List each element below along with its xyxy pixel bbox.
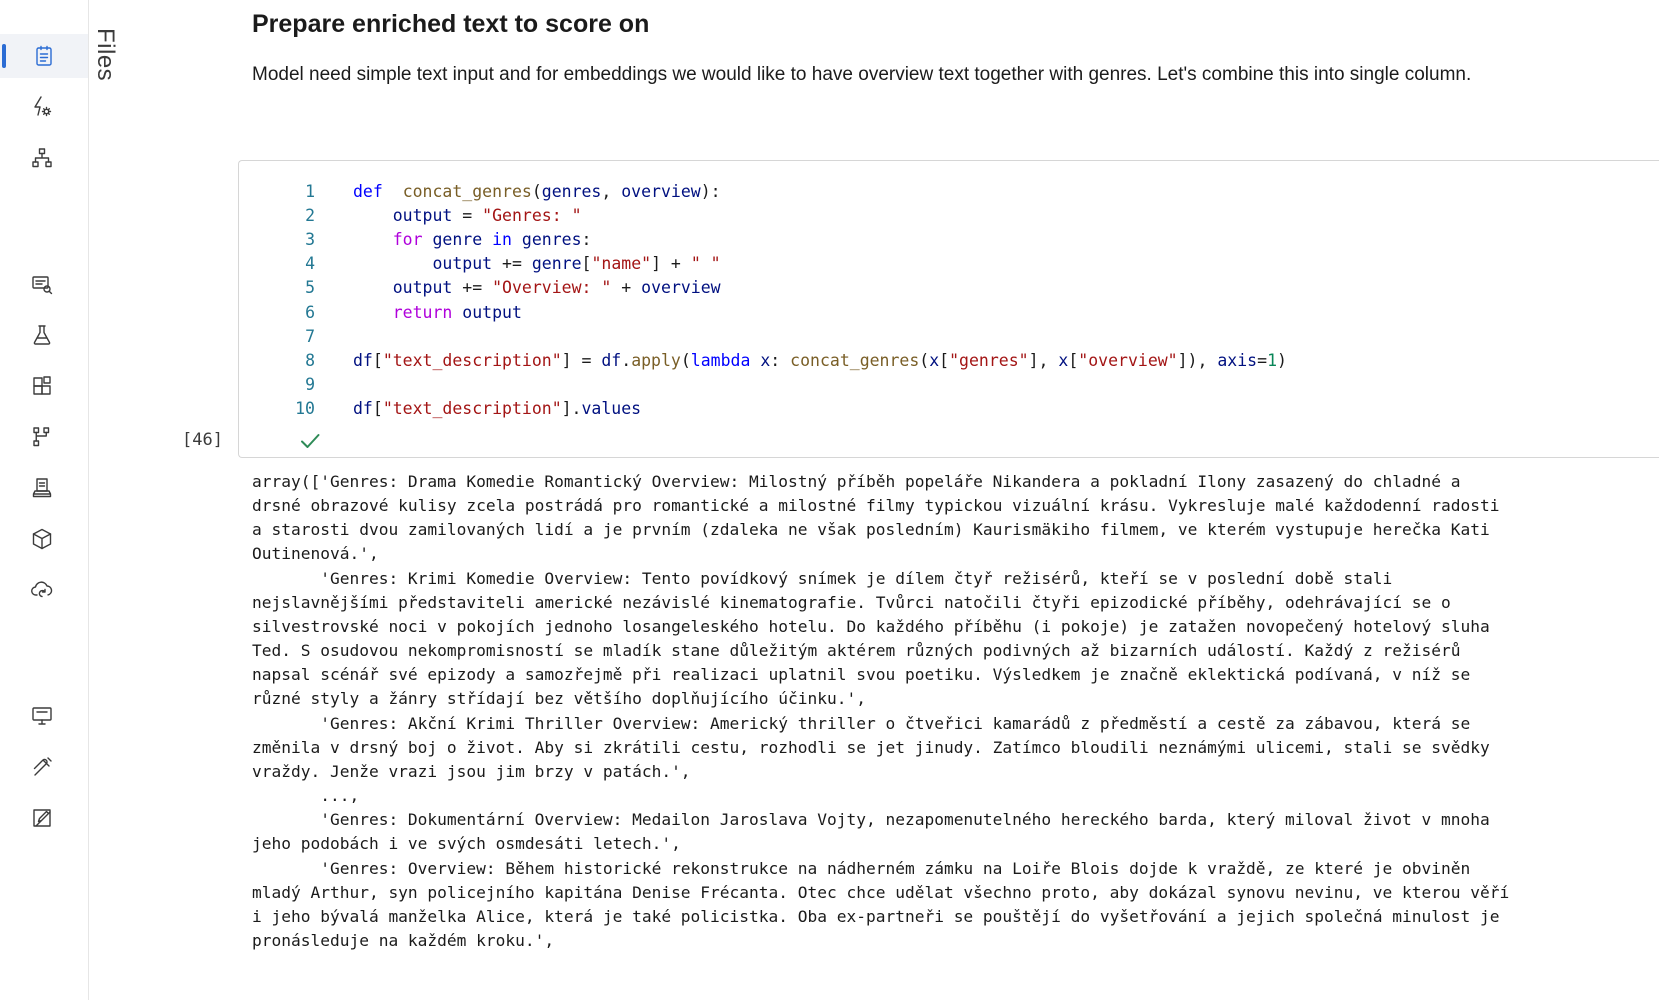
files-tab[interactable]: Files (89, 0, 119, 110)
output-line: array(['Genres: Drama Komedie Romantický… (252, 472, 1461, 491)
line-number: 8 (305, 350, 315, 370)
experiments-icon (33, 325, 51, 345)
output-line: drsné obrazové kulisy zcela postrádá pro… (252, 496, 1500, 516)
nav-endpoints[interactable] (12, 466, 72, 510)
data-icon (32, 276, 53, 295)
nav-environments[interactable] (12, 517, 72, 561)
nav-pipelines[interactable] (12, 364, 72, 408)
output-line: i jeho bývalá manželka Alice, která je t… (252, 906, 1500, 926)
output-line: 'Genres: Dokumentární Overview: Medailon… (320, 810, 1490, 830)
nav-designer[interactable] (12, 136, 72, 180)
code-text: for genre in genres: (392, 230, 592, 250)
compute-icon (32, 707, 52, 725)
output-line: nejslavnějšími představiteli americké ne… (252, 592, 1451, 612)
output-line: 'Genres: Overview: Během historické reko… (320, 858, 1471, 878)
notebooks-icon (36, 45, 52, 66)
nav-data-labeling[interactable] (12, 796, 72, 840)
line-number: 10 (295, 398, 315, 418)
datastores-icon (33, 757, 52, 776)
line-number: 9 (305, 374, 315, 394)
code-cell[interactable]: 1 def concat_genres(genres, overview): 2 o… (238, 160, 1659, 458)
output-line: mladý Arthur, syn policejního kapitána D… (252, 882, 1510, 902)
activity-bar (0, 0, 89, 1000)
output-line: vraždy. Jenže vrazi jsou jim brzy v patá… (252, 761, 691, 781)
nav-datastores[interactable] (12, 745, 72, 789)
output-line: Outinenová.', (252, 544, 379, 564)
output-line: 'Genres: Krimi Komedie Overview: Tento p… (320, 568, 1393, 588)
output-line: a starosti dvou zamilovaných lidí a je p… (252, 520, 1490, 540)
output-line: změnila v drsný boj o život. Aby si zkrá… (252, 737, 1490, 757)
output-line: ..., (320, 786, 360, 806)
models-icon (33, 427, 50, 447)
checkmark-icon (301, 434, 320, 448)
nav-experiments[interactable] (12, 313, 72, 357)
endpoints-icon (32, 478, 52, 498)
line-number: 6 (305, 302, 315, 322)
line-number: 3 (305, 230, 315, 250)
output-line: napsal scénář své epizody a samozřejmě p… (252, 665, 1471, 685)
line-number: 1 (305, 182, 315, 201)
data-labeling-icon (33, 809, 51, 827)
designer-icon (32, 148, 52, 168)
markdown-paragraph: Model need simple text input and for emb… (252, 64, 1472, 85)
code-text: output = "Genres: " (392, 206, 582, 226)
line-number: 7 (305, 326, 315, 346)
nav-automated-ml[interactable] (12, 85, 72, 129)
code-text: df["text_description"] = df.apply(lambda… (353, 350, 1287, 370)
cell-output: array(['Genres: Drama Komedie Romantický… (252, 470, 1652, 953)
automated-ml-icon (34, 96, 52, 117)
markdown-heading: Prepare enriched text to score on (252, 10, 650, 38)
nav-models[interactable] (12, 415, 72, 459)
environments-icon (32, 528, 52, 550)
code-text: df["text_description"].values (353, 398, 642, 418)
code-text: output += "Overview: " + overview (392, 278, 721, 298)
code-text: def concat_genres(genres, overview): (353, 182, 721, 201)
nav-compute[interactable] (12, 694, 72, 738)
execution-count: [46] (182, 430, 223, 450)
cloud-sync-icon (31, 581, 53, 598)
output-line: jeho podobách i ve svých osmdesáti letec… (252, 834, 681, 854)
line-number: 2 (305, 206, 315, 226)
line-number: 5 (305, 278, 315, 298)
line-number: 4 (305, 254, 315, 274)
output-line: pronásleduje na každém kroku.', (252, 930, 555, 950)
output-line: 'Genres: Akční Krimi Thriller Overview: … (320, 713, 1471, 733)
output-line: silvestrovské noci v pokojích jednoho lo… (252, 616, 1490, 636)
nav-cloud-sync[interactable] (12, 568, 72, 612)
output-line: Ted. S osudovou nekompromisností se mlad… (252, 641, 1461, 661)
files-tab-label: Files (92, 28, 119, 82)
code-text: output += genre["name"] + " " (432, 254, 721, 274)
code-text: return output (392, 302, 522, 322)
pipelines-icon (33, 376, 51, 395)
output-line: různé styly a žánry střídají bez většího… (252, 689, 866, 709)
nav-data[interactable] (12, 262, 72, 306)
nav-notebooks[interactable] (0, 34, 88, 78)
